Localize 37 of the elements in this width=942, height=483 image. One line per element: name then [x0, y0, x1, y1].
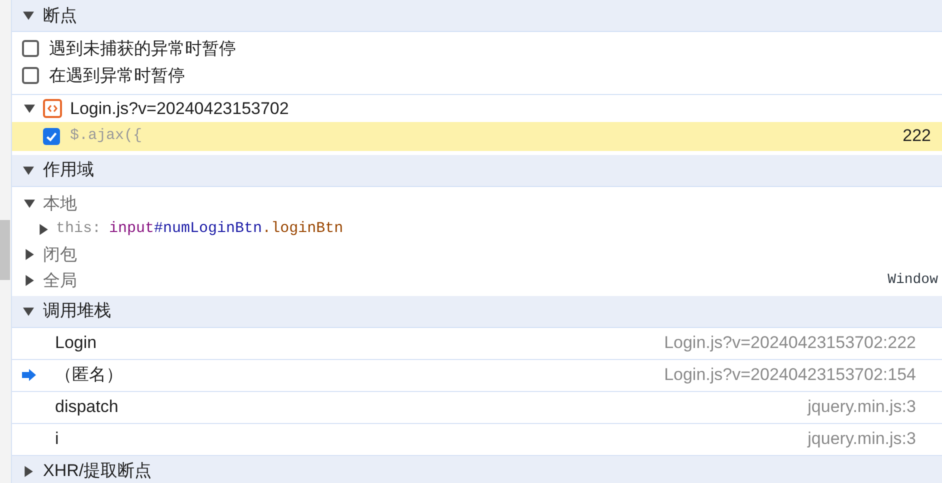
property-name: this:	[56, 218, 102, 239]
collapse-triangle-icon[interactable]	[23, 466, 34, 476]
scope-value: Window	[888, 271, 938, 290]
property-value: input#numLoginBtn.loginBtn	[109, 218, 344, 239]
option-label: 在遇到异常时暂停	[49, 64, 185, 87]
section-header[interactable]: 断点	[12, 0, 942, 32]
scrollbar-thumb[interactable]	[0, 220, 10, 280]
checkbox[interactable]	[22, 40, 39, 57]
function-name: dispatch	[55, 396, 118, 418]
breakpoint-row[interactable]: $.ajax({ 222	[12, 122, 942, 150]
expand-triangle-icon[interactable]	[23, 10, 34, 21]
expand-triangle-icon[interactable]	[23, 306, 34, 316]
call-frame[interactable]: Login Login.js?v=20240423153702:222	[12, 328, 942, 360]
section-header[interactable]: 作用域	[12, 154, 942, 186]
function-name: i	[55, 428, 59, 450]
collapse-triangle-icon[interactable]	[24, 249, 35, 260]
expand-triangle-icon[interactable]	[24, 198, 35, 209]
code-snippet: $.ajax({	[70, 126, 142, 146]
collapse-triangle-icon[interactable]	[38, 224, 49, 234]
collapse-triangle-icon[interactable]	[24, 275, 35, 286]
expand-triangle-icon[interactable]	[24, 103, 35, 114]
checkbox[interactable]	[22, 67, 39, 84]
call-frame[interactable]: （匿名） Login.js?v=20240423153702:154	[12, 360, 942, 392]
section-header[interactable]: 调用堆栈	[12, 296, 942, 328]
call-frame[interactable]: dispatch jquery.min.js:3	[12, 392, 942, 424]
function-name: Login	[55, 332, 97, 354]
function-name: （匿名）	[55, 364, 123, 386]
line-number: 222	[902, 125, 931, 148]
scope-name[interactable]: 闭包	[43, 242, 77, 268]
scope-name[interactable]: 本地	[43, 190, 77, 216]
code-file-icon	[43, 99, 62, 118]
section-header[interactable]: XHR/提取断点	[12, 456, 942, 483]
checkbox[interactable]	[43, 128, 60, 144]
option-label: 遇到未捕获的异常时暂停	[49, 38, 236, 60]
expand-triangle-icon[interactable]	[23, 164, 34, 176]
file-name[interactable]: Login.js?v=20240423153702	[70, 96, 289, 122]
scope-name[interactable]: 全局	[43, 268, 77, 294]
